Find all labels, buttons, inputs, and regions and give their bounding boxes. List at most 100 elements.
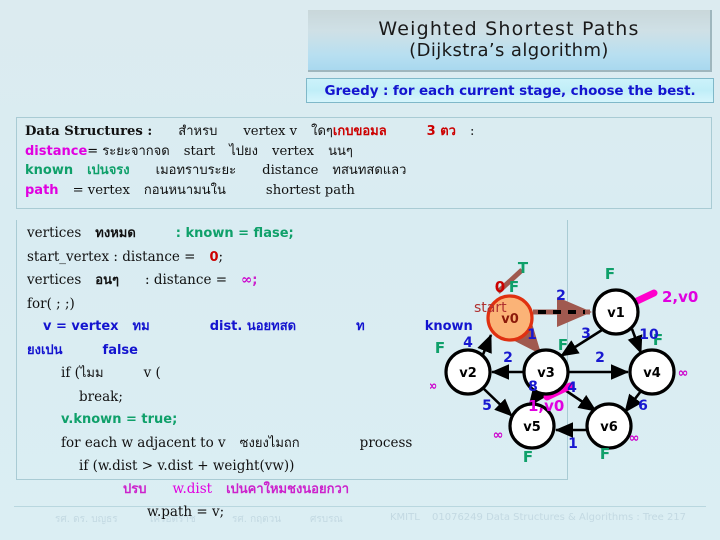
code-if-relax: if (w.dist > v.dist + weight(vw)) <box>79 458 295 474</box>
code-v-paren: v ( <box>143 365 161 381</box>
weight-v3-v5: 8 <box>528 379 538 395</box>
dist-label-v6: ∞ <box>629 431 640 446</box>
node-label-v4: v4 <box>643 366 661 381</box>
ds-thai-9: กอนหนามนใน <box>143 182 226 198</box>
code-line-13: w.path = v; <box>27 501 567 524</box>
code-semicolon-3: ; <box>252 273 258 288</box>
known-flag-v1: F <box>605 265 615 283</box>
ds-key-path: path <box>25 182 59 198</box>
code-word-process: process <box>359 434 413 451</box>
ds-thai-4: ไปยง <box>229 143 259 159</box>
code-thai-2: อนๆ <box>95 273 119 288</box>
ds-thai-3: = ระยะจากจด <box>87 143 170 159</box>
ds-line-4: path = vertex กอนหนามนใน shortest path <box>25 181 705 201</box>
node-label-v3: v3 <box>537 366 555 381</box>
code-line-1: vertices ทงหมด : known = flase; <box>27 222 567 246</box>
ds-line-2: distance= ระยะจากจด start ไปยง vertex นนๆ <box>25 142 705 162</box>
weight-v3-v4: 2 <box>595 350 605 366</box>
ds-line-1: Data Structures : สำหรบ vertex v ใดๆเกบขอมล… <box>25 122 705 142</box>
ds-key-distance: distance <box>25 143 88 159</box>
slide-title-box: Weighted Shortest Paths (Dijkstra’s algo… <box>308 10 712 72</box>
page-subtitle: (Dijkstra’s algorithm) <box>409 39 609 61</box>
known-flag-v0-old: F <box>509 278 519 296</box>
data-structures-box: Data Structures : สำหรบ vertex v ใดๆเกบขอมล… <box>16 117 712 209</box>
ds-thai-6: เปนจรง <box>87 163 130 178</box>
weight-v0-v1: 2 <box>556 288 566 304</box>
known-flag-v0-new: T <box>518 259 529 277</box>
code-known-false: : known = flase <box>175 226 289 241</box>
weight-v3-v6: 4 <box>567 380 577 396</box>
slide-canvas: Weighted Shortest Paths (Dijkstra’s algo… <box>0 0 720 540</box>
code-w-dist: w.dist <box>172 480 213 497</box>
dist-label-v0: 0 <box>495 278 505 296</box>
code-thai-3: ทม <box>132 319 150 334</box>
weight-v3-v2: 2 <box>503 350 513 366</box>
ds-line-3: known เปนจรง เมอทราบระยะ distance ทสนทสดแลว <box>25 161 705 181</box>
ds-thai-8: ทสนทสดแลว <box>332 163 407 178</box>
code-semicolon-1: ; <box>288 226 294 241</box>
edge-v2-v0 <box>477 334 493 358</box>
code-distance-eq: : distance = <box>144 272 228 288</box>
ds-eq-vertex: = vertex <box>72 182 130 198</box>
start-label: start <box>474 300 507 316</box>
known-flag-v2: F <box>435 339 445 357</box>
code-infinity: ∞ <box>241 272 253 288</box>
code-semicolon-2: ; <box>218 248 224 265</box>
code-zero: 0 <box>209 249 219 265</box>
ds-word-start: start <box>183 143 216 159</box>
weight-v0-v3: 1 <box>527 327 537 343</box>
weight-v1-v4: 10 <box>639 327 659 343</box>
weight-v6-v5: 1 <box>568 436 578 452</box>
tag-v3: 1,v0 <box>528 397 564 415</box>
ds-count: 3 ตว <box>426 124 456 139</box>
dijkstra-graph: v0 v1 v2 v3 v4 v5 v6 start 0 T F F F F F… <box>430 250 720 485</box>
code-break: break; <box>79 388 123 405</box>
known-flag-v5: F <box>523 448 533 466</box>
code-thai-4: ท <box>356 319 365 334</box>
ds-thai-7: เมอทราบระยะ <box>155 163 237 178</box>
dist-label-v2: ∞ <box>430 379 437 394</box>
tag-strike-v1 <box>631 289 658 306</box>
code-thai-8: ปรบ <box>123 481 147 497</box>
weight-v4-v6: 6 <box>638 398 648 414</box>
code-start-vertex: start_vertex : distance = <box>27 248 196 265</box>
weight-v2-v0: 4 <box>463 335 473 351</box>
code-for-each-w: for each w adjacent to v <box>61 434 226 451</box>
ds-key-known: known <box>25 163 74 178</box>
page-title: Weighted Shortest Paths <box>378 17 640 40</box>
code-for-loop: for( ; ;) <box>27 295 75 312</box>
code-v-known-true: v.known = true; <box>61 412 178 427</box>
code-thai-1: ทงหมด <box>95 226 136 241</box>
code-tok-vertices-1: vertices <box>27 225 82 241</box>
node-label-v1: v1 <box>607 306 625 321</box>
ds-word-distance: distance <box>262 163 319 178</box>
code-tok-vertices-2: vertices <box>27 272 82 288</box>
code-dist-min: dist. นอยทสด <box>209 319 297 334</box>
known-flag-v3: F <box>558 336 568 354</box>
code-thai-5: ยงเปน <box>27 342 63 358</box>
code-w-path: w.path = v; <box>147 504 225 520</box>
node-label-v2: v2 <box>459 366 477 381</box>
ds-thai-5: นนๆ <box>328 143 353 159</box>
code-thai-9: เปนคาใหมชงนอยกวา <box>226 481 350 497</box>
ds-thai-highlight-1: เกบขอมล <box>332 124 387 139</box>
ds-word-shortest-path: shortest path <box>265 182 355 198</box>
ds-colon: : <box>470 124 475 139</box>
ds-thai-1: สำหรบ <box>178 124 218 139</box>
dist-label-v4: ∞ <box>678 366 689 381</box>
weight-v1-v3: 3 <box>581 326 591 342</box>
code-v-assign: v = vertex <box>43 319 119 334</box>
code-word-false: false <box>102 342 138 358</box>
ds-label-title: Data Structures : <box>25 124 153 139</box>
ds-word-vertex: vertex <box>272 143 315 159</box>
greedy-banner-text: Greedy : for each current stage, choose … <box>324 82 696 99</box>
known-flag-v6: F <box>600 445 610 463</box>
code-if-open: if ( <box>61 365 80 381</box>
tag-v1: 2,v0 <box>662 288 698 306</box>
ds-thai-2: ใดๆ <box>311 124 333 139</box>
weight-v2-v5: 5 <box>482 398 492 414</box>
node-label-v6: v6 <box>600 420 618 435</box>
node-label-v5: v5 <box>523 420 541 435</box>
ds-vertex-1: vertex v <box>243 124 298 139</box>
dist-label-v5: ∞ <box>493 428 504 443</box>
